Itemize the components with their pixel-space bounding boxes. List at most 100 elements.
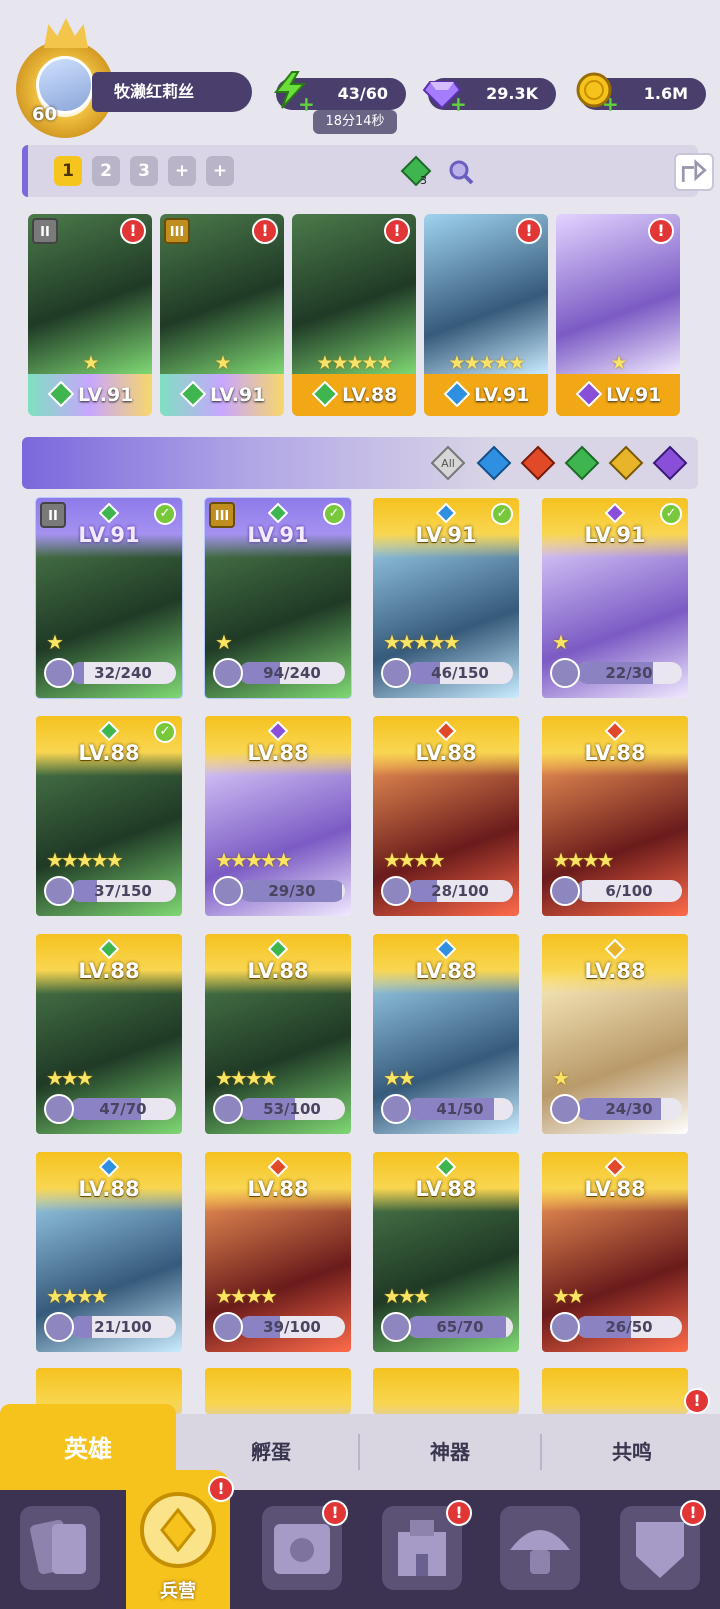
- hero-card[interactable]: ✓ LV.88 ★★★★★ 37/150: [36, 716, 182, 916]
- hero-card[interactable]: ✓ II LV.91 ★ 32/240: [35, 497, 183, 699]
- nav-cards[interactable]: [20, 1506, 100, 1590]
- search-icon[interactable]: [448, 159, 474, 185]
- add-gems-icon[interactable]: +: [450, 94, 467, 114]
- cards-icon: [30, 1519, 86, 1575]
- hero-stars: ★★★★: [552, 848, 615, 872]
- shard-icon: [550, 876, 580, 906]
- element-icon: [605, 503, 625, 523]
- energy-timer: 18分14秒: [313, 110, 397, 134]
- check-icon: ✓: [154, 721, 176, 743]
- energy-counter[interactable]: + 43/60: [273, 71, 406, 114]
- shard-progress-bar: 46/150: [407, 662, 513, 684]
- team-slot-5[interactable]: ★ LV.91!: [556, 214, 680, 416]
- alert-icon: !: [648, 218, 674, 244]
- shard-progress-bar: 26/50: [576, 1316, 682, 1338]
- hero-card[interactable]: LV.88 ★★★★ 6/100: [542, 716, 688, 916]
- nav-mushroom[interactable]: [500, 1506, 580, 1590]
- green-gem-icon[interactable]: 3: [400, 155, 432, 187]
- filter-light-button[interactable]: [608, 445, 644, 481]
- gold-counter[interactable]: + 1.6M: [576, 72, 706, 114]
- shard-icon: [381, 658, 411, 688]
- team-slot-4[interactable]: ★★★★★ LV.91!: [424, 214, 548, 416]
- hero-stars: ★★★: [46, 1066, 94, 1090]
- add-team-button-2[interactable]: +: [206, 156, 234, 186]
- add-gold-icon[interactable]: +: [602, 94, 619, 114]
- hero-stars: ★★: [552, 1284, 585, 1308]
- hero-level: LV.88: [415, 1177, 477, 1201]
- filter-all-button[interactable]: All: [430, 445, 466, 481]
- element-icon: [48, 381, 74, 407]
- hero-card[interactable]: LV.88 ★★★★★ 29/30: [205, 716, 351, 916]
- gem-counter[interactable]: + 29.3K: [422, 78, 556, 114]
- alert-icon: !: [252, 218, 278, 244]
- shard-count: 24/30: [605, 1100, 653, 1118]
- hero-level: LV.91: [584, 523, 646, 547]
- hero-card[interactable]: ✓ III LV.91 ★ 94/240: [204, 497, 352, 699]
- hero-card-partial[interactable]: [205, 1368, 351, 1414]
- team-slot-1[interactable]: ★ LV.91 II!: [28, 214, 152, 416]
- element-icon: [444, 381, 470, 407]
- team-tab-3[interactable]: 3: [130, 156, 158, 186]
- hero-card[interactable]: LV.88 ★★★ 47/70: [36, 934, 182, 1134]
- hero-card[interactable]: LV.88 ★ 24/30: [542, 934, 688, 1134]
- hero-stars: ★: [610, 352, 627, 374]
- hero-card[interactable]: LV.88 ★★★★ 39/100: [205, 1152, 351, 1352]
- shard-progress-bar: 41/50: [407, 1098, 513, 1120]
- hero-card[interactable]: LV.88 ★★ 26/50: [542, 1152, 688, 1352]
- hero-stars: ★: [552, 1066, 570, 1090]
- nav-book[interactable]: !: [262, 1500, 348, 1590]
- element-icon: [436, 721, 456, 741]
- team-tab-1[interactable]: 1: [54, 156, 82, 186]
- element-icon: [99, 1157, 119, 1177]
- tab-artifacts[interactable]: 神器: [362, 1414, 538, 1490]
- team-slot-2[interactable]: ★ LV.91 III!: [160, 214, 284, 416]
- hero-card[interactable]: LV.88 ★★★ 65/70: [373, 1152, 519, 1352]
- gem-count: 3: [420, 174, 427, 187]
- shard-progress-bar: 53/100: [239, 1098, 345, 1120]
- add-team-button[interactable]: +: [168, 156, 196, 186]
- shard-icon: [381, 876, 411, 906]
- hero-card[interactable]: LV.88 ★★★★ 53/100: [205, 934, 351, 1134]
- shard-count: 46/150: [431, 664, 489, 682]
- shard-icon: [213, 1312, 243, 1342]
- hero-card-partial[interactable]: [373, 1368, 519, 1414]
- bottom-navigation: 兵营 ! ! ! !: [0, 1470, 720, 1609]
- hero-stars: ★★★★★: [383, 630, 461, 654]
- filter-all-label: All: [441, 457, 455, 470]
- book-alert-icon: !: [322, 1500, 348, 1526]
- nav-castle[interactable]: !: [382, 1500, 472, 1590]
- shard-progress-bar: 47/70: [70, 1098, 176, 1120]
- mushroom-icon: [510, 1530, 570, 1574]
- hero-level: LV.91: [247, 523, 309, 547]
- hero-card-partial[interactable]: [542, 1368, 688, 1414]
- check-icon: ✓: [660, 503, 682, 525]
- hero-card[interactable]: ✓ LV.91 ★★★★★ 46/150: [373, 498, 519, 698]
- element-filter-bar: All: [22, 437, 698, 489]
- element-icon: [268, 503, 288, 523]
- team-slot-3[interactable]: ★★★★★ LV.88!: [292, 214, 416, 416]
- filter-fire-button[interactable]: [520, 445, 556, 481]
- hero-level: LV.91: [78, 523, 140, 547]
- nav-barracks[interactable]: 兵营 !: [126, 1470, 234, 1609]
- tab-resonance[interactable]: 共鸣: [544, 1414, 720, 1490]
- filter-water-button[interactable]: [476, 445, 512, 481]
- filter-wind-button[interactable]: [564, 445, 600, 481]
- shard-count: 41/50: [436, 1100, 484, 1118]
- shard-progress-bar: 37/150: [70, 880, 176, 902]
- hero-card[interactable]: ✓ LV.91 ★ 22/30: [542, 498, 688, 698]
- share-icon[interactable]: [674, 153, 714, 191]
- hero-card[interactable]: LV.88 ★★★★ 21/100: [36, 1152, 182, 1352]
- hero-card[interactable]: LV.88 ★★★★ 28/100: [373, 716, 519, 916]
- alert-icon: !: [384, 218, 410, 244]
- hero-card[interactable]: LV.88 ★★ 41/50: [373, 934, 519, 1134]
- nav-guild[interactable]: !: [620, 1500, 706, 1590]
- hero-stars: ★★★★: [215, 1066, 278, 1090]
- shard-icon: [213, 658, 243, 688]
- add-energy-icon[interactable]: +: [298, 94, 315, 114]
- element-icon: [436, 1157, 456, 1177]
- shard-progress-bar: 29/30: [239, 880, 345, 902]
- shard-progress-bar: 39/100: [239, 1316, 345, 1338]
- filter-dark-button[interactable]: [652, 445, 688, 481]
- alert-icon: !: [516, 218, 542, 244]
- team-tab-2[interactable]: 2: [92, 156, 120, 186]
